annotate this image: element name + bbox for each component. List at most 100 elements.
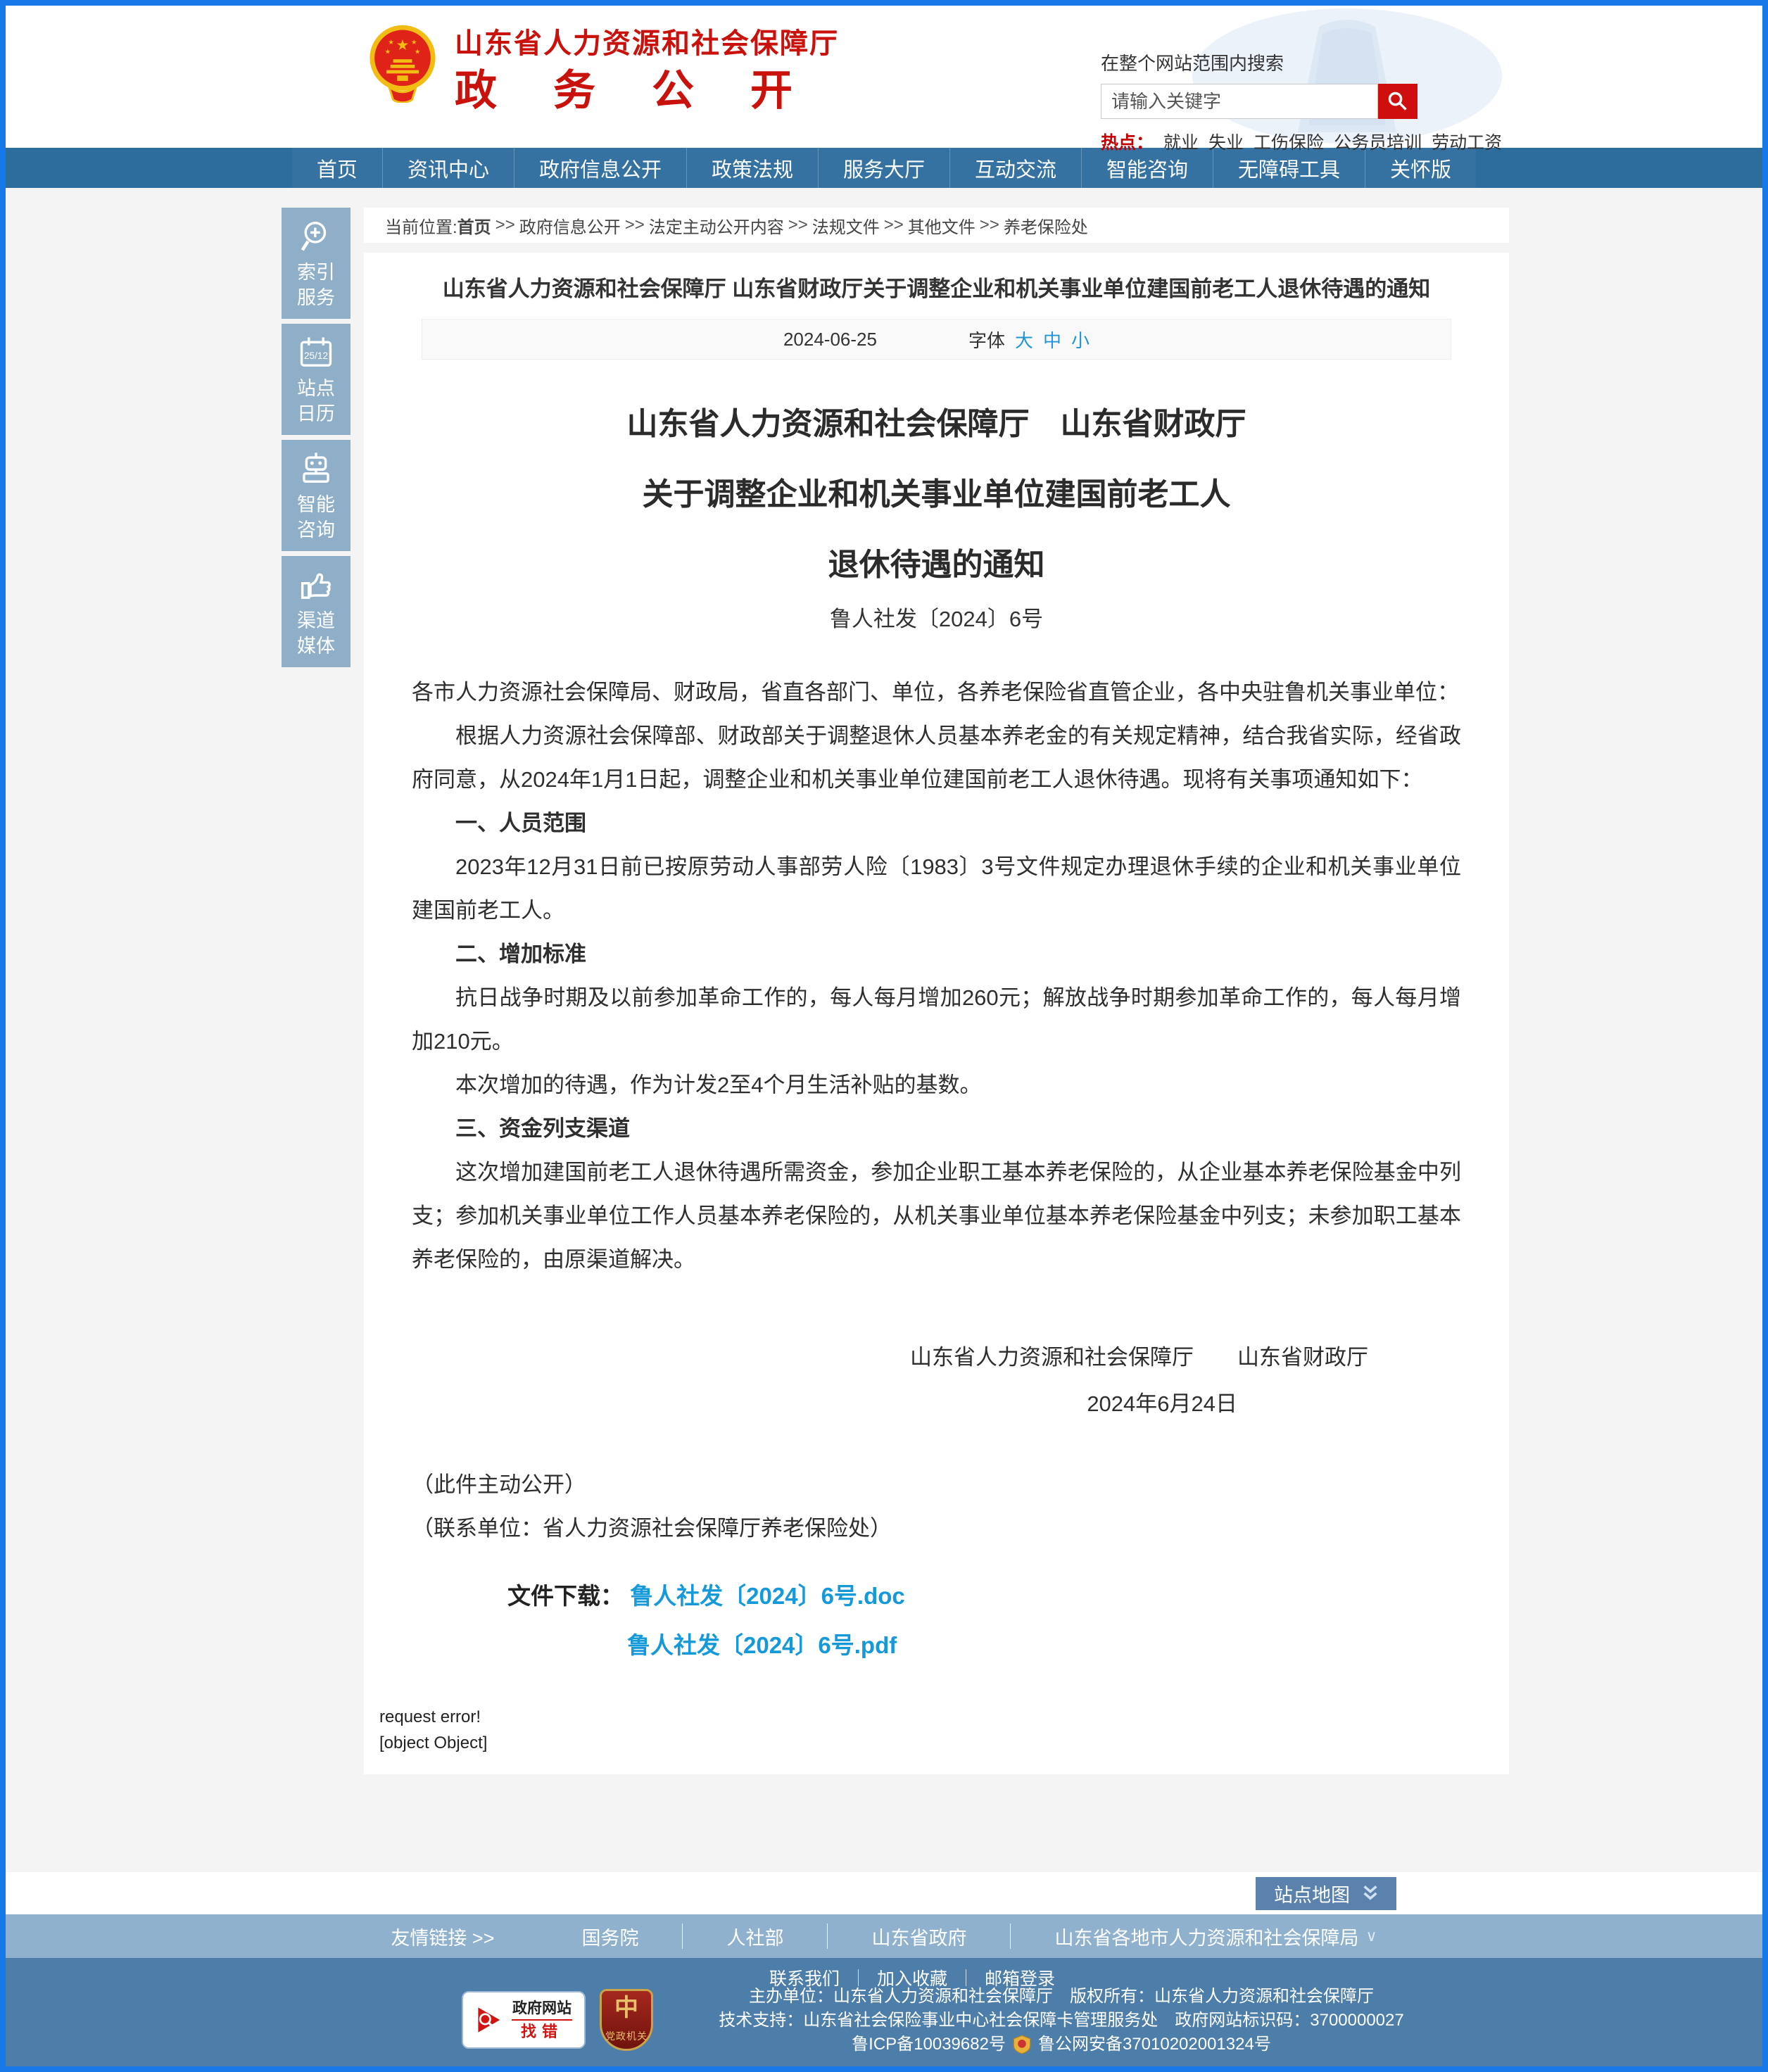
nav-service-hall[interactable]: 服务大厅: [818, 148, 949, 188]
site-search: 在整个网站范围内搜索 热点： 就业 失业 工伤保险 公务员培训 劳动工资: [1101, 49, 1523, 154]
svg-text:★: ★: [388, 39, 394, 46]
breadcrumb-other-files[interactable]: 其他文件: [908, 213, 975, 238]
sidebar-label: 咨询: [284, 517, 348, 543]
svg-text:★: ★: [415, 49, 421, 56]
hot-link-unemployment[interactable]: 失业: [1208, 129, 1244, 154]
sidebar-label: 服务: [284, 285, 348, 310]
agency-name: 山东省人力资源和社会保障厅: [455, 24, 839, 63]
font-size-medium[interactable]: 中: [1043, 327, 1061, 353]
paragraph: 2023年12月31日前已按原劳动人事部劳人险〔1983〕3号文件规定办理退休手…: [412, 845, 1461, 933]
nav-home[interactable]: 首页: [292, 148, 382, 188]
footer: 联系我们 加入收藏 邮箱登录 政府网站 找错 中 党政机关 主办单位：山东省人力…: [6, 1958, 1762, 2066]
svg-text:25/12: 25/12: [304, 350, 328, 361]
paragraph: 这次增加建国前老工人退休待遇所需资金，参加企业职工基本养老保险的，从企业基本养老…: [412, 1151, 1461, 1282]
sitemap-button[interactable]: 站点地图: [1256, 1877, 1396, 1910]
breadcrumb-gov-info[interactable]: 政府信息公开: [519, 213, 621, 238]
breadcrumb-separator: >>: [980, 215, 999, 235]
file-downloads: 文件下载： 鲁人社发〔2024〕6号.doc 鲁人社发〔2024〕6号.pdf: [412, 1580, 1461, 1662]
note-active-disclosure: （此件主动公开）: [412, 1463, 1461, 1507]
sidebar-label: 索引: [284, 260, 348, 285]
hot-link-injury-insurance[interactable]: 工伤保险: [1254, 129, 1324, 154]
footer-tech-support-line: 技术支持：山东省社会保险事业中心社会保障卡管理服务处 政府网站标识码：37000…: [681, 2010, 1441, 2031]
section-heading: 一、人员范围: [412, 802, 1461, 845]
footer-badges: 政府网站 找错 中 党政机关: [462, 1989, 653, 2051]
download-pdf-link[interactable]: 鲁人社发〔2024〕6号.pdf: [627, 1632, 897, 1658]
nav-policies-regulations[interactable]: 政策法规: [686, 148, 818, 188]
sidebar-label: 日历: [284, 401, 348, 427]
font-size-large[interactable]: 大: [1015, 327, 1033, 353]
section-heading: 三、资金列支渠道: [412, 1107, 1461, 1151]
calendar-icon: 25/12: [298, 335, 334, 370]
main-area: 索引 服务 25/12 站点 日历 智能 咨询: [6, 188, 1762, 1872]
breadcrumb-statutory-disclosure[interactable]: 法定主动公开内容: [649, 213, 784, 238]
breadcrumb-regulation-files[interactable]: 法规文件: [812, 213, 880, 238]
link-shandong-gov[interactable]: 山东省政府: [828, 1923, 1010, 1950]
national-emblem-icon: ★ ★ ★ ★ ★: [369, 24, 436, 103]
sitemap-button-label: 站点地图: [1274, 1880, 1350, 1907]
gov-site-error-report-badge[interactable]: 政府网站 找错: [462, 1991, 586, 2049]
document-title-line: 山东省人力资源和社会保障厅 山东省财政厅: [412, 389, 1461, 460]
hot-link-civil-servant-training[interactable]: 公务员培训: [1334, 129, 1422, 154]
publish-date: 2024-06-25: [783, 329, 877, 350]
friend-links-band: 友情链接 >> 国务院 人社部 山东省政府 山东省各地市人力资源和社会保障局 ∨: [6, 1914, 1762, 1958]
breadcrumb-pension-office[interactable]: 养老保险处: [1004, 213, 1088, 238]
breadcrumb-separator: >>: [788, 215, 808, 235]
search-button[interactable]: [1378, 84, 1417, 119]
footer-organizer-line: 主办单位：山东省人力资源和社会保障厅 版权所有：山东省人力资源和社会保障厅: [681, 1986, 1441, 2007]
sidebar-item-smart-consult[interactable]: 智能 咨询: [282, 440, 351, 551]
hot-label: 热点：: [1101, 129, 1154, 154]
sidebar-item-index-service[interactable]: 索引 服务: [282, 208, 351, 319]
note-contact-unit: （联系单位：省人力资源社会保障厅养老保险处）: [412, 1507, 1461, 1550]
document-title-line: 退休待遇的通知: [412, 530, 1461, 600]
breadcrumb-separator: >>: [884, 215, 904, 235]
link-mohrss[interactable]: 人社部: [683, 1923, 827, 1950]
sidebar-item-channel-media[interactable]: 渠道 媒体: [282, 556, 351, 667]
breadcrumb-home[interactable]: 首页: [457, 213, 491, 238]
friend-links-label[interactable]: 友情链接 >>: [347, 1923, 538, 1950]
zoom-plus-icon: [298, 219, 334, 254]
section-heading: 二、增加标准: [412, 933, 1461, 976]
sitemap-strip: 站点地图: [6, 1872, 1762, 1914]
nav-interaction[interactable]: 互动交流: [949, 148, 1081, 188]
article-card: 山东省人力资源和社会保障厅 山东省财政厅关于调整企业和机关事业单位建国前老工人退…: [364, 253, 1509, 1774]
signature-block: 山东省人力资源和社会保障厅 山东省财政厅 2024年6月24日: [412, 1342, 1461, 1420]
svg-text:★: ★: [411, 39, 417, 46]
download-doc-link[interactable]: 鲁人社发〔2024〕6号.doc: [630, 1583, 905, 1609]
document-title-line: 关于调整企业和机关事业单位建国前老工人: [412, 460, 1461, 530]
hot-link-labor-wage[interactable]: 劳动工资: [1432, 129, 1502, 154]
site-title: 政 务 公 开: [455, 63, 839, 118]
party-badge-label: 党政机关: [605, 2029, 648, 2043]
search-input[interactable]: [1101, 84, 1378, 119]
badge-line1: 政府网站: [512, 2000, 572, 2017]
link-state-council[interactable]: 国务院: [538, 1923, 682, 1950]
footer-info: 主办单位：山东省人力资源和社会保障厅 版权所有：山东省人力资源和社会保障厅 技术…: [681, 1983, 1441, 2055]
party-emblem-icon: 中: [614, 1995, 638, 2021]
sidebar-label: 智能: [284, 492, 348, 517]
icp-number[interactable]: 鲁ICP备10039682号: [852, 2034, 1006, 2055]
floating-sidebar: 索引 服务 25/12 站点 日历 智能 咨询: [282, 208, 351, 667]
divider: [512, 2019, 572, 2021]
search-scope-label: 在整个网站范围内搜索: [1101, 49, 1523, 75]
hot-link-employment[interactable]: 就业: [1163, 129, 1199, 154]
article-meta-bar: 2024-06-25 字体 大 中 小: [422, 319, 1451, 360]
signature-date: 2024年6月24日: [412, 1389, 1461, 1420]
content-column: 当前位置: 首页 >> 政府信息公开 >> 法定主动公开内容 >> 法规文件 >…: [364, 208, 1509, 1774]
error-line: request error!: [379, 1704, 1461, 1730]
sidebar-item-site-calendar[interactable]: 25/12 站点 日历: [282, 324, 351, 435]
nav-news-center[interactable]: 资讯中心: [382, 148, 514, 188]
public-security-shield-icon: [1013, 2035, 1031, 2054]
breadcrumb-separator: >>: [495, 215, 515, 235]
hot-keywords: 热点： 就业 失业 工伤保险 公务员培训 劳动工资: [1101, 129, 1523, 154]
paragraph: 各市人力资源社会保障局、财政局，省直各部门、单位，各养老保险省直管企业，各中央驻…: [412, 671, 1461, 714]
nav-gov-info-disclosure[interactable]: 政府信息公开: [514, 148, 686, 188]
font-size-label: 字体: [968, 327, 1005, 353]
request-error-text: request error! [object Object]: [379, 1704, 1461, 1756]
party-gov-org-badge[interactable]: 中 党政机关: [600, 1989, 653, 2051]
font-size-small[interactable]: 小: [1071, 327, 1090, 353]
link-city-hrss-label: 山东省各地市人力资源和社会保障局: [1054, 1923, 1358, 1950]
svg-text:★: ★: [385, 49, 391, 56]
breadcrumb: 当前位置: 首页 >> 政府信息公开 >> 法定主动公开内容 >> 法规文件 >…: [364, 208, 1509, 243]
breadcrumb-prefix: 当前位置:: [385, 213, 457, 238]
public-security-number[interactable]: 鲁公网安备37010202001324号: [1038, 2034, 1271, 2055]
link-city-hrss-bureaus[interactable]: 山东省各地市人力资源和社会保障局 ∨: [1011, 1923, 1420, 1950]
